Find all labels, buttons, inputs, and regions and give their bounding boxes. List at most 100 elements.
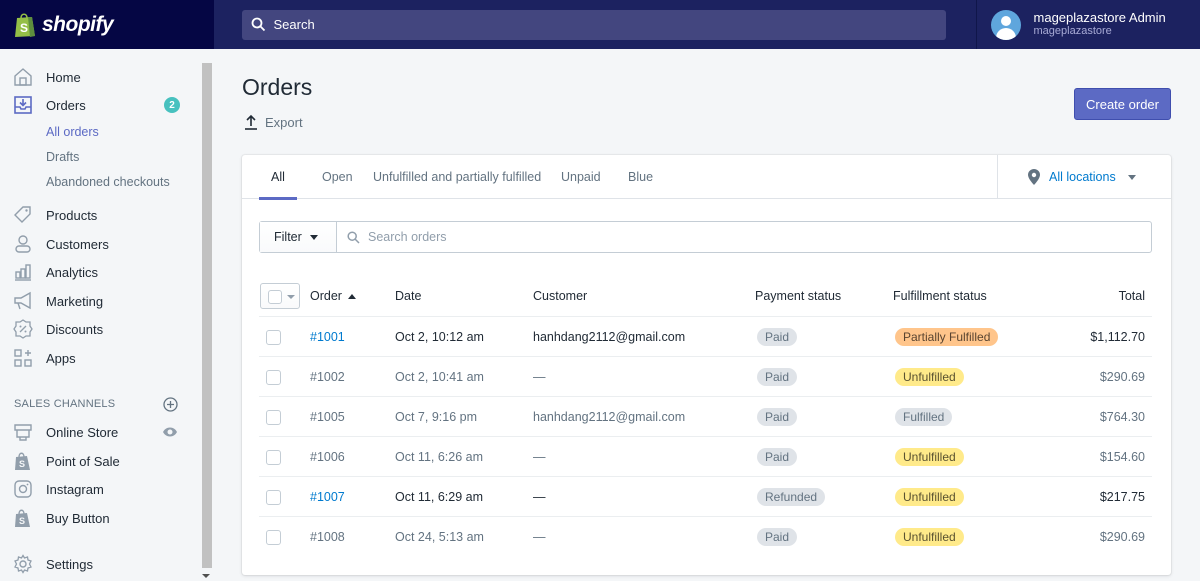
column-date: Date xyxy=(395,289,422,303)
tab-unfulfilled-partially[interactable]: Unfulfilled and partially fulfilled xyxy=(373,155,541,199)
order-number-link[interactable]: #1001 xyxy=(310,317,345,357)
tab-open[interactable]: Open xyxy=(322,155,353,199)
fulfillment-status-badge: Unfulfilled xyxy=(895,448,964,466)
table-row[interactable]: #1005 Oct 7, 9:16 pm hanhdang2112@gmail.co… xyxy=(259,397,1152,437)
sidebar-item-customers[interactable]: Customers xyxy=(0,230,200,258)
orders-count-badge: 2 xyxy=(164,97,180,113)
sidebar-item-instagram[interactable]: Instagram xyxy=(0,475,200,503)
tab-all[interactable]: All xyxy=(259,155,297,200)
sidebar-item-discounts[interactable]: Discounts xyxy=(0,315,200,343)
table-row[interactable]: #1006 Oct 11, 6:26 am — Paid Unfulfilled $154… xyxy=(259,437,1152,477)
avatar xyxy=(990,9,1021,40)
main-content: Orders Export Create order All Open Unfu… xyxy=(214,49,1200,581)
logo-text: shopify xyxy=(42,12,114,36)
bulk-select-checkbox[interactable] xyxy=(260,283,300,309)
fulfillment-status-badge: Unfulfilled xyxy=(895,368,964,386)
order-date: Oct 11, 6:29 am xyxy=(395,490,484,504)
sidebar-item-analytics[interactable]: Analytics xyxy=(0,258,200,286)
sidebar-item-label: Home xyxy=(46,69,81,85)
sidebar-subitem-drafts[interactable]: Drafts xyxy=(46,150,79,164)
column-total: Total xyxy=(1118,289,1145,303)
order-customer: — xyxy=(533,370,546,384)
sidebar-item-label: Apps xyxy=(46,350,76,366)
row-checkbox[interactable] xyxy=(266,490,281,505)
fulfillment-status-cell: Partially Fulfilled xyxy=(895,317,999,357)
payment-status-badge: Paid xyxy=(757,528,798,546)
payment-status-badge: Paid xyxy=(757,368,798,386)
discount-icon xyxy=(13,319,33,339)
store-icon xyxy=(14,424,32,441)
row-checkbox[interactable] xyxy=(266,450,281,465)
order-number-link[interactable]: #1006 xyxy=(310,437,345,477)
scroll-down-arrow-icon[interactable] xyxy=(202,574,210,578)
sidebar-item-point-of-sale[interactable]: S Point of Sale xyxy=(0,447,200,475)
sidebar-item-online-store[interactable]: Online Store xyxy=(0,418,200,446)
sidebar-item-label: Instagram xyxy=(46,481,104,497)
row-checkbox[interactable] xyxy=(266,370,281,385)
table-row[interactable]: #1008 Oct 24, 5:13 am — Paid Unfulfilled $290… xyxy=(259,517,1152,557)
tag-icon xyxy=(14,206,31,223)
sidebar: Home Orders 2 All orders Drafts Abandone… xyxy=(0,49,214,581)
location-filter-dropdown[interactable]: All locations xyxy=(997,155,1171,199)
payment-status-badge: Refunded xyxy=(757,488,826,506)
add-channel-icon[interactable] xyxy=(163,397,178,412)
sidebar-item-apps[interactable]: Apps xyxy=(0,344,200,372)
order-number-link[interactable]: #1005 xyxy=(310,397,345,437)
sidebar-item-label: Orders xyxy=(46,97,86,113)
table-row[interactable]: #1007 Oct 11, 6:29 am — Refunded Unfulfilled… xyxy=(259,477,1152,517)
instagram-icon xyxy=(14,480,32,498)
order-total: $1,112.70 xyxy=(1090,330,1145,344)
sidebar-item-label: Discounts xyxy=(46,321,104,337)
export-button[interactable]: Export xyxy=(244,114,303,130)
tab-blue[interactable]: Blue xyxy=(628,155,653,199)
order-number-link[interactable]: #1002 xyxy=(310,357,345,397)
eye-icon[interactable] xyxy=(162,426,178,438)
row-checkbox[interactable] xyxy=(266,410,281,425)
shopping-bag-icon: S xyxy=(15,509,30,527)
sidebar-subitem-abandoned-checkouts[interactable]: Abandoned checkouts xyxy=(46,175,170,189)
global-search-input[interactable]: Search xyxy=(241,9,946,40)
shopify-logo[interactable]: S shopify xyxy=(0,0,214,49)
home-icon xyxy=(14,68,32,86)
payment-status-cell: Paid xyxy=(757,517,798,557)
column-order-label: Order xyxy=(310,289,342,303)
tab-unpaid[interactable]: Unpaid xyxy=(561,155,601,199)
filter-label: Filter xyxy=(274,230,302,244)
fulfillment-status-cell: Fulfilled xyxy=(895,397,953,437)
search-orders-input[interactable]: Search orders xyxy=(337,222,1151,252)
svg-text:S: S xyxy=(19,516,25,526)
sidebar-subitem-all-orders[interactable]: All orders xyxy=(46,125,99,139)
order-date: Oct 2, 10:41 am xyxy=(395,370,484,384)
order-total: $217.75 xyxy=(1099,490,1145,504)
table-row[interactable]: #1001 Oct 2, 10:12 am hanhdang2112@gmail.c… xyxy=(259,317,1152,357)
payment-status-cell: Paid xyxy=(757,437,798,477)
fulfillment-status-cell: Unfulfilled xyxy=(895,357,964,397)
sidebar-item-products[interactable]: Products xyxy=(0,201,200,229)
order-number-link[interactable]: #1007 xyxy=(310,477,345,517)
sidebar-item-settings[interactable]: Settings xyxy=(0,550,200,578)
user-name: mageplazastore Admin xyxy=(1033,10,1166,25)
column-fulfillment-status: Fulfillment status xyxy=(893,289,987,303)
table-row[interactable]: #1002 Oct 2, 10:41 am — Paid Unfulfilled $290… xyxy=(259,357,1152,397)
sidebar-item-buy-button[interactable]: S Buy Button xyxy=(0,504,200,532)
payment-status-cell: Paid xyxy=(757,397,798,437)
sidebar-item-orders[interactable]: Orders 2 xyxy=(0,91,200,119)
sidebar-item-marketing[interactable]: Marketing xyxy=(0,287,200,315)
search-placeholder: Search xyxy=(273,17,315,32)
filter-button[interactable]: Filter xyxy=(260,222,337,252)
sidebar-scrollbar[interactable] xyxy=(202,63,212,568)
sidebar-item-home[interactable]: Home xyxy=(0,63,200,91)
order-total: $154.60 xyxy=(1099,450,1145,464)
row-checkbox[interactable] xyxy=(266,330,281,345)
fulfillment-status-cell: Unfulfilled xyxy=(895,517,964,557)
user-menu[interactable]: mageplazastore Admin mageplazastore xyxy=(975,0,1200,49)
order-number-link[interactable]: #1008 xyxy=(310,517,345,557)
chevron-down-icon xyxy=(309,234,318,240)
bar-chart-icon xyxy=(15,264,31,281)
row-checkbox[interactable] xyxy=(266,530,281,545)
gear-icon xyxy=(14,554,32,574)
column-order[interactable]: Order xyxy=(310,275,356,317)
order-date: Oct 24, 5:13 am xyxy=(395,530,484,544)
create-order-button[interactable]: Create order xyxy=(1074,88,1171,120)
order-date: Oct 11, 6:26 am xyxy=(395,450,484,464)
